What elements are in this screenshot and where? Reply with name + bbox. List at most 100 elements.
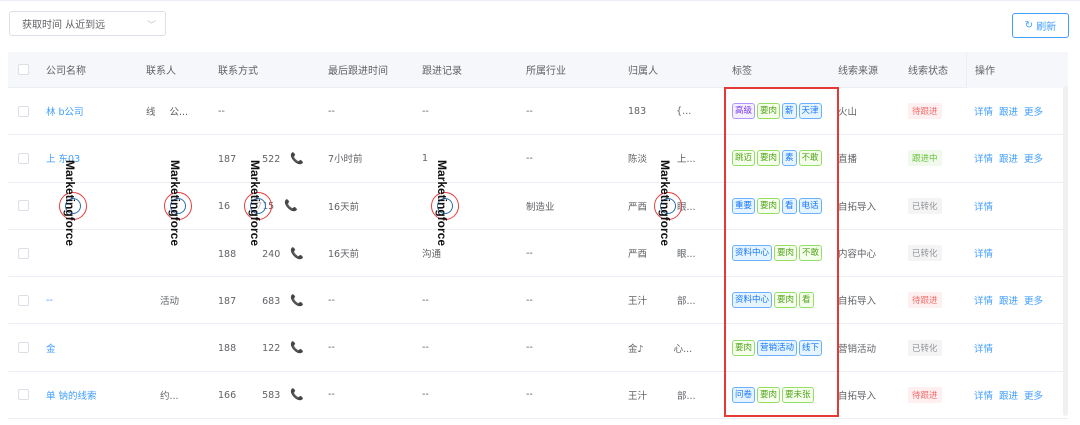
last-follow-cell: 16天前 xyxy=(328,249,360,261)
sort-select[interactable]: 获取时间 从近到远 ﹀ xyxy=(9,11,166,36)
phone-cell: -- xyxy=(218,106,328,117)
op-link[interactable]: 跟进 xyxy=(999,154,1018,165)
industry-cell: -- xyxy=(526,294,533,306)
record-cell: -- xyxy=(422,105,429,117)
industry-cell: -- xyxy=(526,247,533,259)
row-checkbox[interactable] xyxy=(8,105,46,117)
contact-extra: 公... xyxy=(169,107,189,119)
company-link[interactable]: 林 b公司 xyxy=(46,104,146,118)
phone-icon[interactable]: 📞 xyxy=(290,152,304,165)
contact-cell: 约... xyxy=(146,388,218,402)
phone-cell: 188 240 📞 xyxy=(218,247,328,260)
tag-badge: 不敢 xyxy=(798,150,822,167)
tag-badge: 素 xyxy=(782,150,797,167)
header-phone: 联系方式 xyxy=(218,66,258,77)
tag-badge: 要肉 xyxy=(757,150,781,167)
tags-cell: 资料中心 要肉 不敢 xyxy=(732,245,838,262)
toolbar: 获取时间 从近到远 ﹀ ↻ 刷新 xyxy=(0,0,1080,48)
table-row: 16 715 📞 16天前 制造业 严酉 眼... 重要 要肉看电话 自拓导入 已转化 详情 xyxy=(8,183,1068,230)
company-link[interactable]: 单 钠的线索 xyxy=(46,388,146,402)
owner-name: 严酉 xyxy=(628,201,648,213)
contact-extra: 约... xyxy=(160,390,179,402)
owner-cell: 王汁 部... xyxy=(628,293,732,307)
status-cell: 待跟进 xyxy=(908,292,966,309)
op-link[interactable]: 更多 xyxy=(1024,154,1043,165)
source-cell: 火山 xyxy=(838,107,858,119)
row-checkbox[interactable] xyxy=(8,294,46,306)
table-row: 188 240 📞 16天前 沟通 -- 严酉 眼... 资料中心 要肉 不敢 内容中心 已转化 详情 xyxy=(8,230,1068,278)
phone-icon[interactable]: 📞 xyxy=(290,247,304,260)
row-checkbox[interactable] xyxy=(8,200,46,212)
status-badge: 待跟进 xyxy=(908,386,942,403)
phone-prefix: 16 xyxy=(218,201,231,213)
op-link[interactable]: 详情 xyxy=(974,202,993,213)
op-link[interactable]: 更多 xyxy=(1024,296,1043,307)
ops-cell: 详情 xyxy=(966,341,1066,355)
op-link[interactable]: 跟进 xyxy=(999,296,1018,307)
row-checkbox[interactable] xyxy=(8,342,46,354)
op-link[interactable]: 详情 xyxy=(974,344,993,355)
header-industry: 所属行业 xyxy=(526,66,566,77)
header-company: 公司名称 xyxy=(46,66,86,77)
header-tags: 标签 xyxy=(732,66,752,77)
tag-badge: 要肉 xyxy=(774,245,798,262)
contact-cell xyxy=(146,248,218,259)
tag-badge: 不敢 xyxy=(799,245,823,262)
phone-prefix: 187 xyxy=(218,295,237,307)
status-cell: 已转化 xyxy=(908,197,966,214)
op-link[interactable]: 详情 xyxy=(974,249,993,260)
record-cell: 沟通 xyxy=(422,249,442,261)
phone-icon[interactable]: 📞 xyxy=(284,199,298,212)
phone-icon[interactable]: 📞 xyxy=(290,388,304,401)
row-checkbox[interactable] xyxy=(8,152,46,164)
source-cell: 自拓导入 xyxy=(838,296,877,308)
row-checkbox[interactable] xyxy=(8,247,46,259)
refresh-button[interactable]: ↻ 刷新 xyxy=(1012,13,1069,38)
source-cell: 自拓导入 xyxy=(838,390,877,402)
op-link[interactable]: 详情 xyxy=(974,154,993,165)
op-link[interactable]: 跟进 xyxy=(999,107,1018,118)
tags-cell: 高级 要肉薪天津 xyxy=(732,103,838,120)
phone-suffix: 715 xyxy=(256,201,275,213)
ops-cell: 详情 跟进 更多 xyxy=(966,104,1066,118)
phone-icon[interactable]: 📞 xyxy=(290,294,304,307)
header-contact: 联系人 xyxy=(146,66,176,77)
tags-cell: 跳迈 要肉素不敢 xyxy=(732,150,838,167)
company-link[interactable]: 金 xyxy=(46,341,146,355)
select-all-checkbox[interactable] xyxy=(8,63,46,76)
status-badge: 待跟进 xyxy=(908,103,942,120)
tags-cell: 重要 要肉看电话 xyxy=(732,197,838,214)
op-link[interactable]: 跟进 xyxy=(999,391,1018,402)
contact-name: 线 xyxy=(146,107,156,119)
ops-cell: 详情 跟进 更多 xyxy=(966,151,1066,165)
refresh-label: 刷新 xyxy=(1036,22,1057,33)
op-link[interactable]: 详情 xyxy=(974,391,993,402)
owner-name: 严酉 xyxy=(628,249,648,261)
owner-name: 陈淡 xyxy=(628,154,648,166)
row-checkbox[interactable] xyxy=(8,389,46,401)
tag-badge: 资料中心 xyxy=(732,245,773,262)
last-follow-cell: -- xyxy=(328,294,335,306)
status-cell: 待跟进 xyxy=(908,386,966,403)
ops-cell: 详情 xyxy=(966,199,1066,213)
op-link[interactable]: 更多 xyxy=(1024,391,1043,402)
record-cell: -- xyxy=(422,342,429,354)
contact-cell xyxy=(146,153,218,164)
owner-extra: {... xyxy=(676,105,692,117)
company-link[interactable]: -- xyxy=(46,295,146,306)
op-link[interactable]: 详情 xyxy=(974,107,993,118)
company-link[interactable]: 上 东03 xyxy=(46,151,146,165)
vertical-scrollbar[interactable] xyxy=(1063,86,1068,416)
tag-badge: 电话 xyxy=(798,197,822,214)
ops-cell: 详情 xyxy=(966,246,1066,260)
sort-select-value: 获取时间 从近到远 xyxy=(22,20,106,31)
op-link[interactable]: 更多 xyxy=(1024,107,1043,118)
owner-extra: 部... xyxy=(677,390,696,402)
op-link[interactable]: 详情 xyxy=(974,296,993,307)
status-badge: 待跟进 xyxy=(908,292,942,309)
status-cell: 已转化 xyxy=(908,245,966,262)
owner-cell: 王汁 部... xyxy=(628,388,732,402)
owner-cell: 183 {... xyxy=(628,106,732,117)
contact-extra: 活动 xyxy=(160,296,180,308)
phone-icon[interactable]: 📞 xyxy=(290,341,304,354)
